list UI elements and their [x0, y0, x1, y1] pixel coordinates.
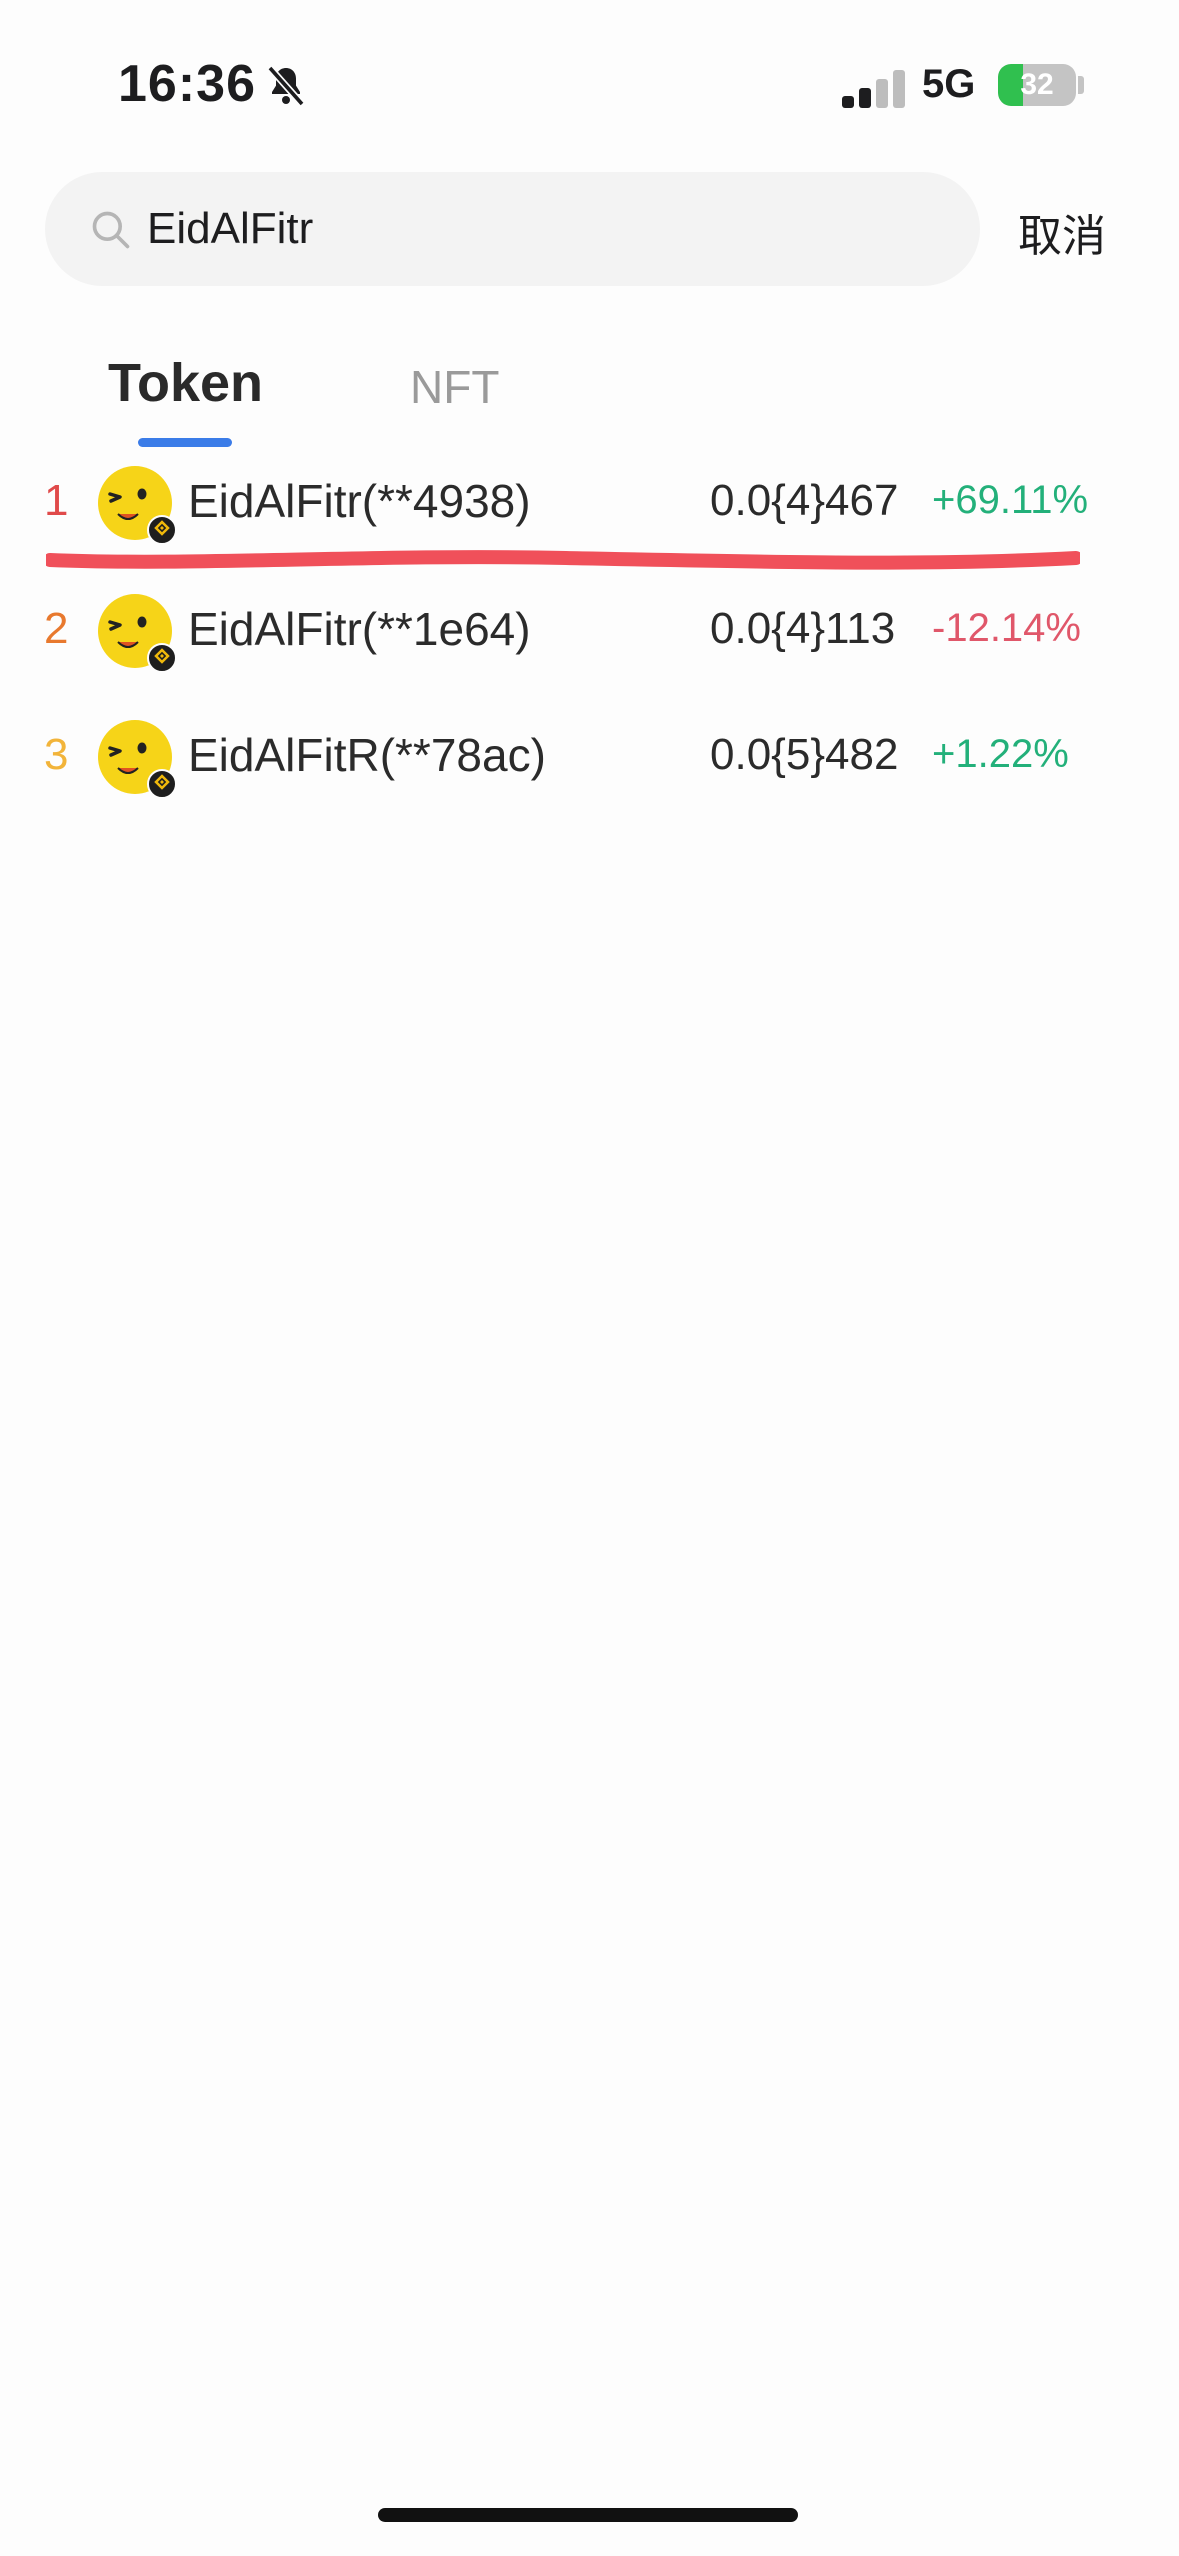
cancel-button[interactable]: 取消 — [1018, 200, 1106, 264]
status-time: 16:36 — [118, 55, 256, 113]
home-indicator[interactable] — [378, 2508, 798, 2522]
search-bar[interactable] — [45, 172, 980, 286]
token-name: EidAlFitr(**1e64) — [188, 603, 531, 655]
winking-face-token-icon — [98, 594, 177, 673]
token-row[interactable]: 3 EidAlFitR(**78ac) 0.0{5}482 +1.22% — [0, 702, 1179, 822]
price-change: -12.14% — [932, 606, 1081, 650]
status-bar: 16:36 5G 32 — [0, 0, 1179, 170]
token-price: 0.0{4}113 — [710, 604, 896, 653]
token-price: 0.0{5}482 — [710, 730, 899, 779]
rank-number: 1 — [44, 476, 69, 525]
rank-number: 2 — [44, 604, 69, 653]
network-type: 5G — [922, 62, 976, 106]
token-name: EidAlFitR(**78ac) — [188, 729, 546, 781]
token-name: EidAlFitr(**4938) — [188, 475, 531, 527]
battery-percent: 32 — [1020, 68, 1054, 101]
bell-slash-icon — [267, 65, 305, 107]
battery-cap — [1078, 76, 1084, 94]
search-icon — [92, 211, 130, 249]
winking-face-token-icon — [98, 720, 177, 799]
tab-nft[interactable]: NFT — [410, 360, 499, 414]
price-change: +1.22% — [932, 732, 1069, 776]
search-input[interactable] — [147, 172, 927, 286]
tab-token[interactable]: Token — [108, 352, 263, 414]
winking-face-token-icon — [98, 466, 177, 545]
battery-icon: 32 — [998, 64, 1076, 106]
token-row[interactable]: 2 EidAlFitr(**1e64) 0.0{4}113 -12.14% — [0, 576, 1179, 696]
price-change: +69.11% — [932, 478, 1089, 522]
cellular-signal-icon — [842, 68, 906, 108]
active-tab-indicator — [138, 438, 232, 447]
token-price: 0.0{4}467 — [710, 476, 899, 525]
highlight-underline — [46, 550, 1080, 570]
rank-number: 3 — [44, 730, 69, 779]
